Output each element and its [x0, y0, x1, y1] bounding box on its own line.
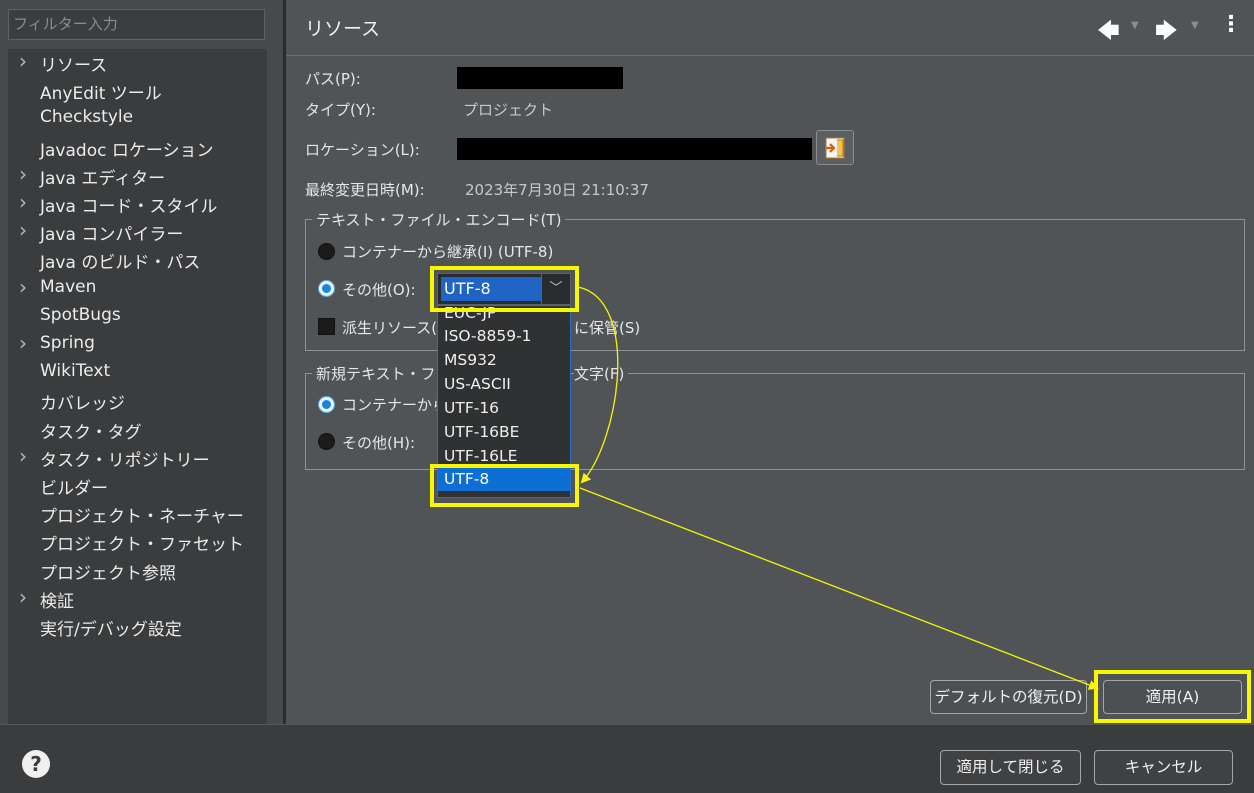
tree-item-label: Spring	[40, 333, 95, 353]
dropdown-item[interactable]: UTF-16BE	[438, 420, 570, 444]
tree-item-label: WikiText	[40, 361, 111, 382]
newline-group-title-tail: 文字(F)	[574, 363, 629, 384]
chevron-right-icon[interactable]: ›	[19, 162, 27, 186]
chevron-right-icon[interactable]: ›	[19, 190, 27, 214]
tree-item[interactable]: › リソース	[8, 49, 267, 78]
arrow-right-icon[interactable]: 🡆	[1155, 14, 1178, 52]
tree-item-label: Checkstyle	[40, 107, 134, 128]
tree-item[interactable]: › Java エディター	[8, 162, 267, 191]
tree-item-label: 実行/デバッグ設定	[40, 620, 182, 640]
chevron-right-icon[interactable]: ›	[19, 49, 27, 73]
location-value-redacted	[457, 138, 812, 160]
tree-item-label: カバレッジ	[40, 394, 125, 415]
inherit-newline-radio[interactable]	[318, 396, 335, 413]
tree-item-label: タスク・タグ	[40, 422, 142, 443]
open-location-button[interactable]	[816, 130, 854, 165]
cancel-button[interactable]: キャンセル	[1094, 750, 1233, 785]
inherit-encoding-radio[interactable]	[318, 243, 335, 260]
restore-defaults-button[interactable]: デフォルトの復元(D)	[930, 680, 1087, 714]
derived-resources-label: 派生リソース(	[342, 319, 438, 337]
tree-item[interactable]: Checkstyle	[8, 106, 267, 134]
tree-item-label: リソース	[40, 56, 108, 76]
modified-label: 最終変更日時(M):	[305, 181, 425, 199]
tree-item-label: 検証	[40, 591, 74, 612]
chevron-down-icon[interactable]: ▼	[1191, 20, 1199, 31]
tree-item[interactable]: Java のビルド・パス	[8, 247, 267, 275]
tree-item[interactable]: › Spring	[8, 331, 267, 360]
kebab-menu-icon[interactable]: ⋮	[1220, 12, 1242, 37]
dropdown-item[interactable]: UTF-16	[438, 396, 570, 420]
type-value: プロジェクト	[463, 101, 554, 119]
tree-item-label: Java エディター	[40, 168, 166, 189]
tree-item-label: プロジェクト・ファセット	[40, 535, 244, 556]
property-page	[286, 0, 1254, 724]
chevron-right-icon[interactable]: ›	[19, 331, 27, 355]
tree-item-label: プロジェクト参照	[40, 563, 176, 584]
page-title: リソース	[305, 18, 381, 40]
arrow-left-icon[interactable]: 🡄	[1097, 14, 1120, 52]
chevron-right-icon[interactable]: ›	[19, 444, 27, 468]
chevron-right-icon[interactable]: ›	[19, 275, 27, 299]
filter-input[interactable]: フィルター入力	[8, 9, 265, 40]
dropdown-item[interactable]: MS932	[438, 348, 570, 372]
type-label: タイプ(Y):	[305, 101, 376, 119]
other-encoding-radio[interactable]	[318, 280, 335, 297]
tree-item[interactable]: 実行/デバッグ設定	[8, 614, 267, 642]
inherit-newline-label: コンテナーから	[342, 396, 448, 414]
highlight-combo	[430, 266, 579, 312]
tree-item[interactable]: プロジェクト・ファセット	[8, 529, 267, 557]
tree-item-label: Java コード・スタイル	[40, 197, 218, 217]
chevron-right-icon[interactable]: ›	[19, 585, 27, 609]
highlight-utf8-item	[430, 464, 579, 507]
other-newline-radio[interactable]	[318, 433, 335, 450]
path-value-redacted	[457, 67, 623, 89]
tree-item[interactable]: WikiText	[8, 360, 267, 388]
open-location-icon	[825, 137, 845, 159]
tree-item[interactable]: › タスク・リポジトリー	[8, 444, 267, 473]
chevron-right-icon[interactable]: ›	[19, 218, 27, 242]
location-label: ロケーション(L):	[305, 141, 420, 159]
tree-item[interactable]: › Java コード・スタイル	[8, 190, 267, 219]
encoding-group-title: テキスト・ファイル・エンコード(T)	[312, 209, 566, 230]
tree-item[interactable]: AnyEdit ツール	[8, 78, 267, 106]
preference-tree: › リソース AnyEdit ツール Checkstyle Javadoc ロケーション…	[8, 49, 267, 724]
help-icon[interactable]: ?	[22, 750, 50, 778]
dropdown-item[interactable]: US-ASCII	[438, 372, 570, 396]
chevron-down-icon[interactable]: ▼	[1131, 20, 1139, 31]
tree-item-label: ビルダー	[40, 479, 108, 499]
derived-resources-label-tail: に保管(S)	[574, 319, 641, 337]
title-separator	[286, 55, 1254, 56]
dropdown-item[interactable]: ISO-8859-1	[438, 324, 570, 348]
tree-item-label: タスク・リポジトリー	[40, 450, 210, 471]
path-label: パス(P):	[305, 70, 361, 88]
tree-item[interactable]: Javadoc ロケーション	[8, 135, 267, 163]
newline-group-title: 新規テキスト・フ	[312, 363, 440, 384]
tree-item-label: プロジェクト・ネーチャー	[40, 507, 244, 528]
tree-item[interactable]: プロジェクト・ネーチャー	[8, 501, 267, 529]
tree-item[interactable]: SpotBugs	[8, 304, 267, 332]
tree-item[interactable]: › 検証	[8, 585, 267, 614]
tree-item-label: SpotBugs	[40, 304, 121, 325]
tree-item-label: Java コンパイラー	[40, 225, 184, 246]
tree-item[interactable]: ビルダー	[8, 473, 267, 501]
tree-item-label: Java のビルド・パス	[40, 253, 201, 274]
tree-item-label: Javadoc ロケーション	[40, 140, 214, 161]
other-encoding-label: その他(O):	[342, 281, 416, 299]
tree-item[interactable]: › Java コンパイラー	[8, 218, 267, 247]
tree-item[interactable]: プロジェクト参照	[8, 558, 267, 586]
tree-item[interactable]: タスク・タグ	[8, 417, 267, 445]
apply-and-close-button[interactable]: 適用して閉じる	[940, 750, 1081, 785]
highlight-apply-button	[1094, 670, 1251, 723]
other-newline-label: その他(H):	[342, 434, 416, 452]
inherit-encoding-label: コンテナーから継承(I) (UTF-8)	[342, 243, 554, 261]
derived-resources-checkbox[interactable]	[318, 318, 335, 335]
tree-item[interactable]: カバレッジ	[8, 388, 267, 416]
tree-item[interactable]: › Maven	[8, 275, 267, 304]
tree-item-label: AnyEdit ツール	[40, 84, 162, 105]
tree-item-label: Maven	[40, 276, 97, 297]
modified-value: 2023年7月30日 21:10:37	[465, 181, 649, 199]
